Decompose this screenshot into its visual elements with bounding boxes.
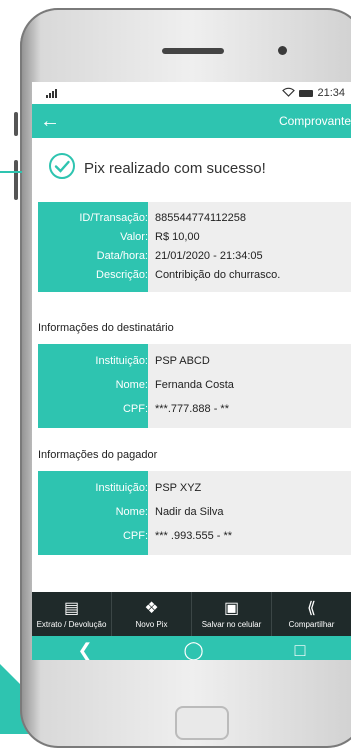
detail-row: CPF: ***.777.888 - ** xyxy=(38,397,351,421)
detail-row: CPF: *** .993.555 - ** xyxy=(38,524,351,548)
save-label: Salvar no celular xyxy=(201,619,262,629)
pix-icon: ❖ xyxy=(144,599,159,617)
recipient-card: Instituição: PSP ABCD Nome: Fernanda Costa… xyxy=(38,344,351,428)
share-button[interactable]: ⟪ Compartilhar xyxy=(272,592,351,636)
phone-side-button xyxy=(14,160,18,200)
pointer-line xyxy=(0,171,22,173)
phone-side-button xyxy=(14,112,18,136)
detail-value: Contribição do churrasco. xyxy=(155,268,281,281)
detail-value: 885544774112258 xyxy=(155,211,246,224)
nav-recents-icon[interactable]: □ xyxy=(295,640,306,661)
save-button[interactable]: ▣ Salvar no celular xyxy=(192,592,272,636)
extrato-button[interactable]: ▤ Extrato / Devolução xyxy=(32,592,112,636)
detail-value: R$ 10,00 xyxy=(155,230,200,243)
detail-row: Data/hora: 21/01/2020 - 21:34:05 xyxy=(38,246,351,265)
payer-section-title: Informações do pagador xyxy=(38,449,158,461)
detail-value: 21/01/2020 - 21:34:05 xyxy=(155,249,263,262)
detail-value: *** .993.555 - ** xyxy=(155,530,233,542)
action-toolbar: ▤ Extrato / Devolução ❖ Novo Pix ▣ Salva… xyxy=(32,592,351,636)
nav-home-icon[interactable]: ◯ xyxy=(184,640,204,661)
detail-label: Nome: xyxy=(115,379,148,391)
detail-row: Valor: R$ 10,00 xyxy=(38,227,351,246)
detail-value: Nadir da Silva xyxy=(155,506,224,518)
detail-row: Nome: Nadir da Silva xyxy=(38,500,351,524)
share-label: Compartilhar xyxy=(288,619,335,629)
phone-home-button xyxy=(175,706,229,740)
detail-label: Descrição: xyxy=(96,268,148,281)
novo-pix-label: Novo Pix xyxy=(135,619,168,629)
check-circle-icon xyxy=(48,152,76,185)
receipt-icon: ▤ xyxy=(63,599,80,617)
detail-label: Instituição: xyxy=(95,482,148,494)
save-icon: ▣ xyxy=(223,599,240,617)
detail-row: Instituição: PSP XYZ xyxy=(38,476,351,500)
phone-screen: 21:34 ← Comprovante Pix realizado com su… xyxy=(32,82,351,660)
status-time: 21:34 xyxy=(317,87,345,99)
status-bar: 21:34 xyxy=(32,82,351,104)
detail-label: CPF: xyxy=(122,403,148,415)
detail-label: Instituição: xyxy=(95,355,148,367)
detail-label: Valor: xyxy=(120,230,148,243)
success-message: Pix realizado com sucesso! xyxy=(84,160,266,177)
detail-label: Data/hora: xyxy=(96,249,148,262)
detail-label: CPF: xyxy=(122,530,148,542)
detail-label: ID/Transação: xyxy=(79,211,148,224)
nav-back-icon[interactable]: ❮ xyxy=(77,640,92,661)
wifi-icon xyxy=(282,87,296,100)
detail-value: Fernanda Costa xyxy=(155,379,234,391)
page-title: Comprovante xyxy=(278,114,351,128)
phone-speaker xyxy=(162,48,224,54)
detail-value: PSP ABCD xyxy=(155,355,210,367)
detail-row: Descrição: Contribição do churrasco. xyxy=(38,265,351,284)
android-nav-bar: ❮ ◯ □ xyxy=(32,636,351,660)
share-icon: ⟪ xyxy=(307,599,316,617)
battery-icon xyxy=(299,89,314,97)
detail-value: PSP XYZ xyxy=(155,482,202,494)
transaction-card: ID/Transação: 885544774112258 Valor: R$ 10… xyxy=(38,202,351,292)
detail-row: Instituição: PSP ABCD xyxy=(38,349,351,373)
payer-card: Instituição: PSP XYZ Nome: Nadir da Silva … xyxy=(38,471,351,555)
novo-pix-button[interactable]: ❖ Novo Pix xyxy=(112,592,192,636)
extrato-label: Extrato / Devolução xyxy=(36,619,107,629)
detail-value: ***.777.888 - ** xyxy=(155,403,229,415)
detail-row: Nome: Fernanda Costa xyxy=(38,373,351,397)
phone-camera xyxy=(278,46,287,55)
detail-row: ID/Transação: 885544774112258 xyxy=(38,208,351,227)
signal-icon xyxy=(46,88,57,98)
detail-label: Nome: xyxy=(115,506,148,518)
app-bar: ← Comprovante xyxy=(32,104,351,138)
success-banner: Pix realizado com sucesso! xyxy=(48,152,351,185)
recipient-section-title: Informações do destinatário xyxy=(38,322,174,334)
arrow-left-icon[interactable]: ← xyxy=(40,111,60,131)
